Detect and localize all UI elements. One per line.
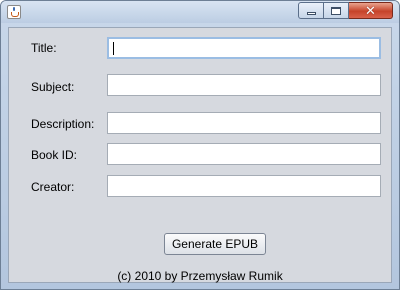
description-label: Description: [31,117,95,131]
window-controls: ✕ [298,2,393,20]
title-label: Title: [31,41,57,55]
maximize-button[interactable] [324,2,349,19]
subject-label: Subject: [31,80,75,94]
close-button[interactable]: ✕ [349,2,393,19]
java-cup-icon[interactable] [7,5,21,19]
subject-input[interactable] [107,74,381,96]
maximize-icon [331,6,341,15]
text-caret [113,42,114,55]
copyright-footer: (c) 2010 by Przemysław Rumik [117,269,283,283]
book-id-label: Book ID: [31,148,78,162]
title-input[interactable] [107,37,381,59]
app-window: ✕ Title: Subject: Description: Book ID: … [0,0,400,290]
generate-epub-button[interactable]: Generate EPUB [164,233,266,255]
form-panel: Title: Subject: Description: Book ID: Cr… [8,27,392,283]
book-id-input[interactable] [107,143,381,165]
creator-label: Creator: [31,180,75,194]
creator-input[interactable] [107,175,381,197]
title-bar[interactable]: ✕ [1,1,399,23]
description-input[interactable] [107,112,381,134]
minimize-icon [306,12,316,15]
minimize-button[interactable] [298,2,324,19]
close-icon: ✕ [365,2,376,18]
